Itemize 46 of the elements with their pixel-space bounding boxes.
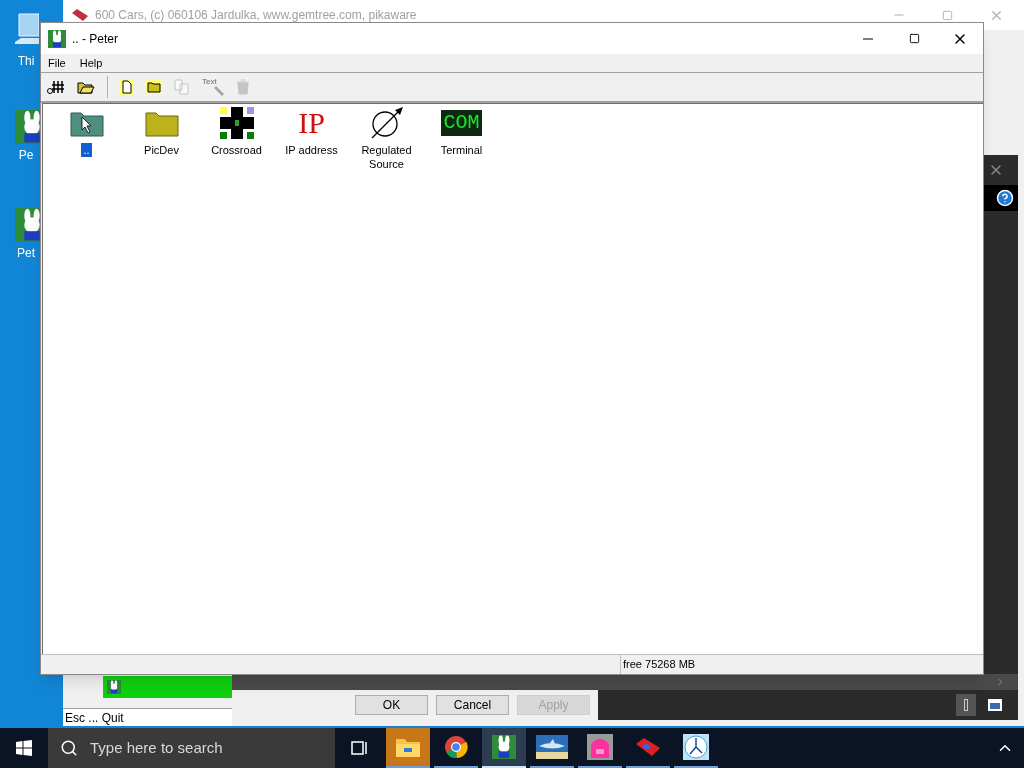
bunny-icon bbox=[492, 735, 516, 759]
windows-logo-icon bbox=[16, 740, 32, 756]
file-label[interactable]: Crossroad bbox=[211, 143, 262, 157]
bag-icon bbox=[587, 734, 613, 760]
desktop-icon-label[interactable]: Pet bbox=[17, 244, 35, 262]
file-label[interactable]: PicDev bbox=[144, 143, 179, 157]
tree-icon[interactable] bbox=[47, 79, 65, 95]
dialog-button[interactable]: OK bbox=[355, 695, 428, 715]
help-icon[interactable] bbox=[996, 189, 1014, 207]
menu-item[interactable]: Help bbox=[74, 54, 108, 72]
file-label[interactable]: .. bbox=[81, 143, 92, 157]
ip-icon: IP bbox=[298, 108, 325, 138]
folder-arrow-icon bbox=[69, 109, 104, 137]
folder-icon bbox=[144, 109, 179, 137]
crossroad-icon bbox=[219, 107, 254, 139]
menu-item[interactable]: File bbox=[43, 54, 71, 72]
open-folder-icon[interactable] bbox=[77, 79, 95, 95]
source-symbol-icon bbox=[369, 106, 404, 140]
chrome-icon bbox=[444, 735, 468, 759]
app-icon bbox=[48, 29, 66, 48]
folder-icon bbox=[395, 736, 421, 758]
shark-icon bbox=[536, 735, 568, 759]
bunny-icon bbox=[107, 680, 121, 694]
pen-icon bbox=[214, 86, 224, 96]
dialog-button[interactable]: Cancel bbox=[436, 695, 509, 715]
minimize-icon bbox=[863, 37, 873, 40]
clock-icon bbox=[683, 734, 709, 760]
desktop-icon-label[interactable]: Pe bbox=[18, 146, 34, 164]
window-title: .. - Peter bbox=[72, 30, 118, 48]
file-label[interactable]: Terminal bbox=[440, 143, 483, 157]
status-text: Esc ... Quit bbox=[63, 708, 232, 726]
task-view-icon bbox=[351, 740, 369, 756]
list-view-button[interactable] bbox=[956, 694, 976, 716]
window-title: 600 Cars, (c) 060106 Jardulka, www.gemtree.com, pikaware bbox=[95, 7, 417, 24]
search-field[interactable]: Type here to search bbox=[48, 728, 335, 768]
terminal-icon: COM bbox=[441, 110, 482, 136]
folder-icon[interactable] bbox=[146, 80, 162, 94]
new-page-icon[interactable] bbox=[120, 79, 134, 95]
search-icon bbox=[60, 739, 78, 757]
car-icon bbox=[634, 736, 662, 758]
picture-view-icon[interactable] bbox=[988, 699, 1002, 711]
status-text: free 75268 MB bbox=[622, 657, 697, 672]
maximize-icon bbox=[908, 33, 920, 44]
desktop-icon-label[interactable]: Thi bbox=[17, 52, 35, 70]
file-label[interactable]: IP address bbox=[285, 143, 338, 157]
file-label[interactable]: Regulated Source bbox=[351, 143, 422, 171]
